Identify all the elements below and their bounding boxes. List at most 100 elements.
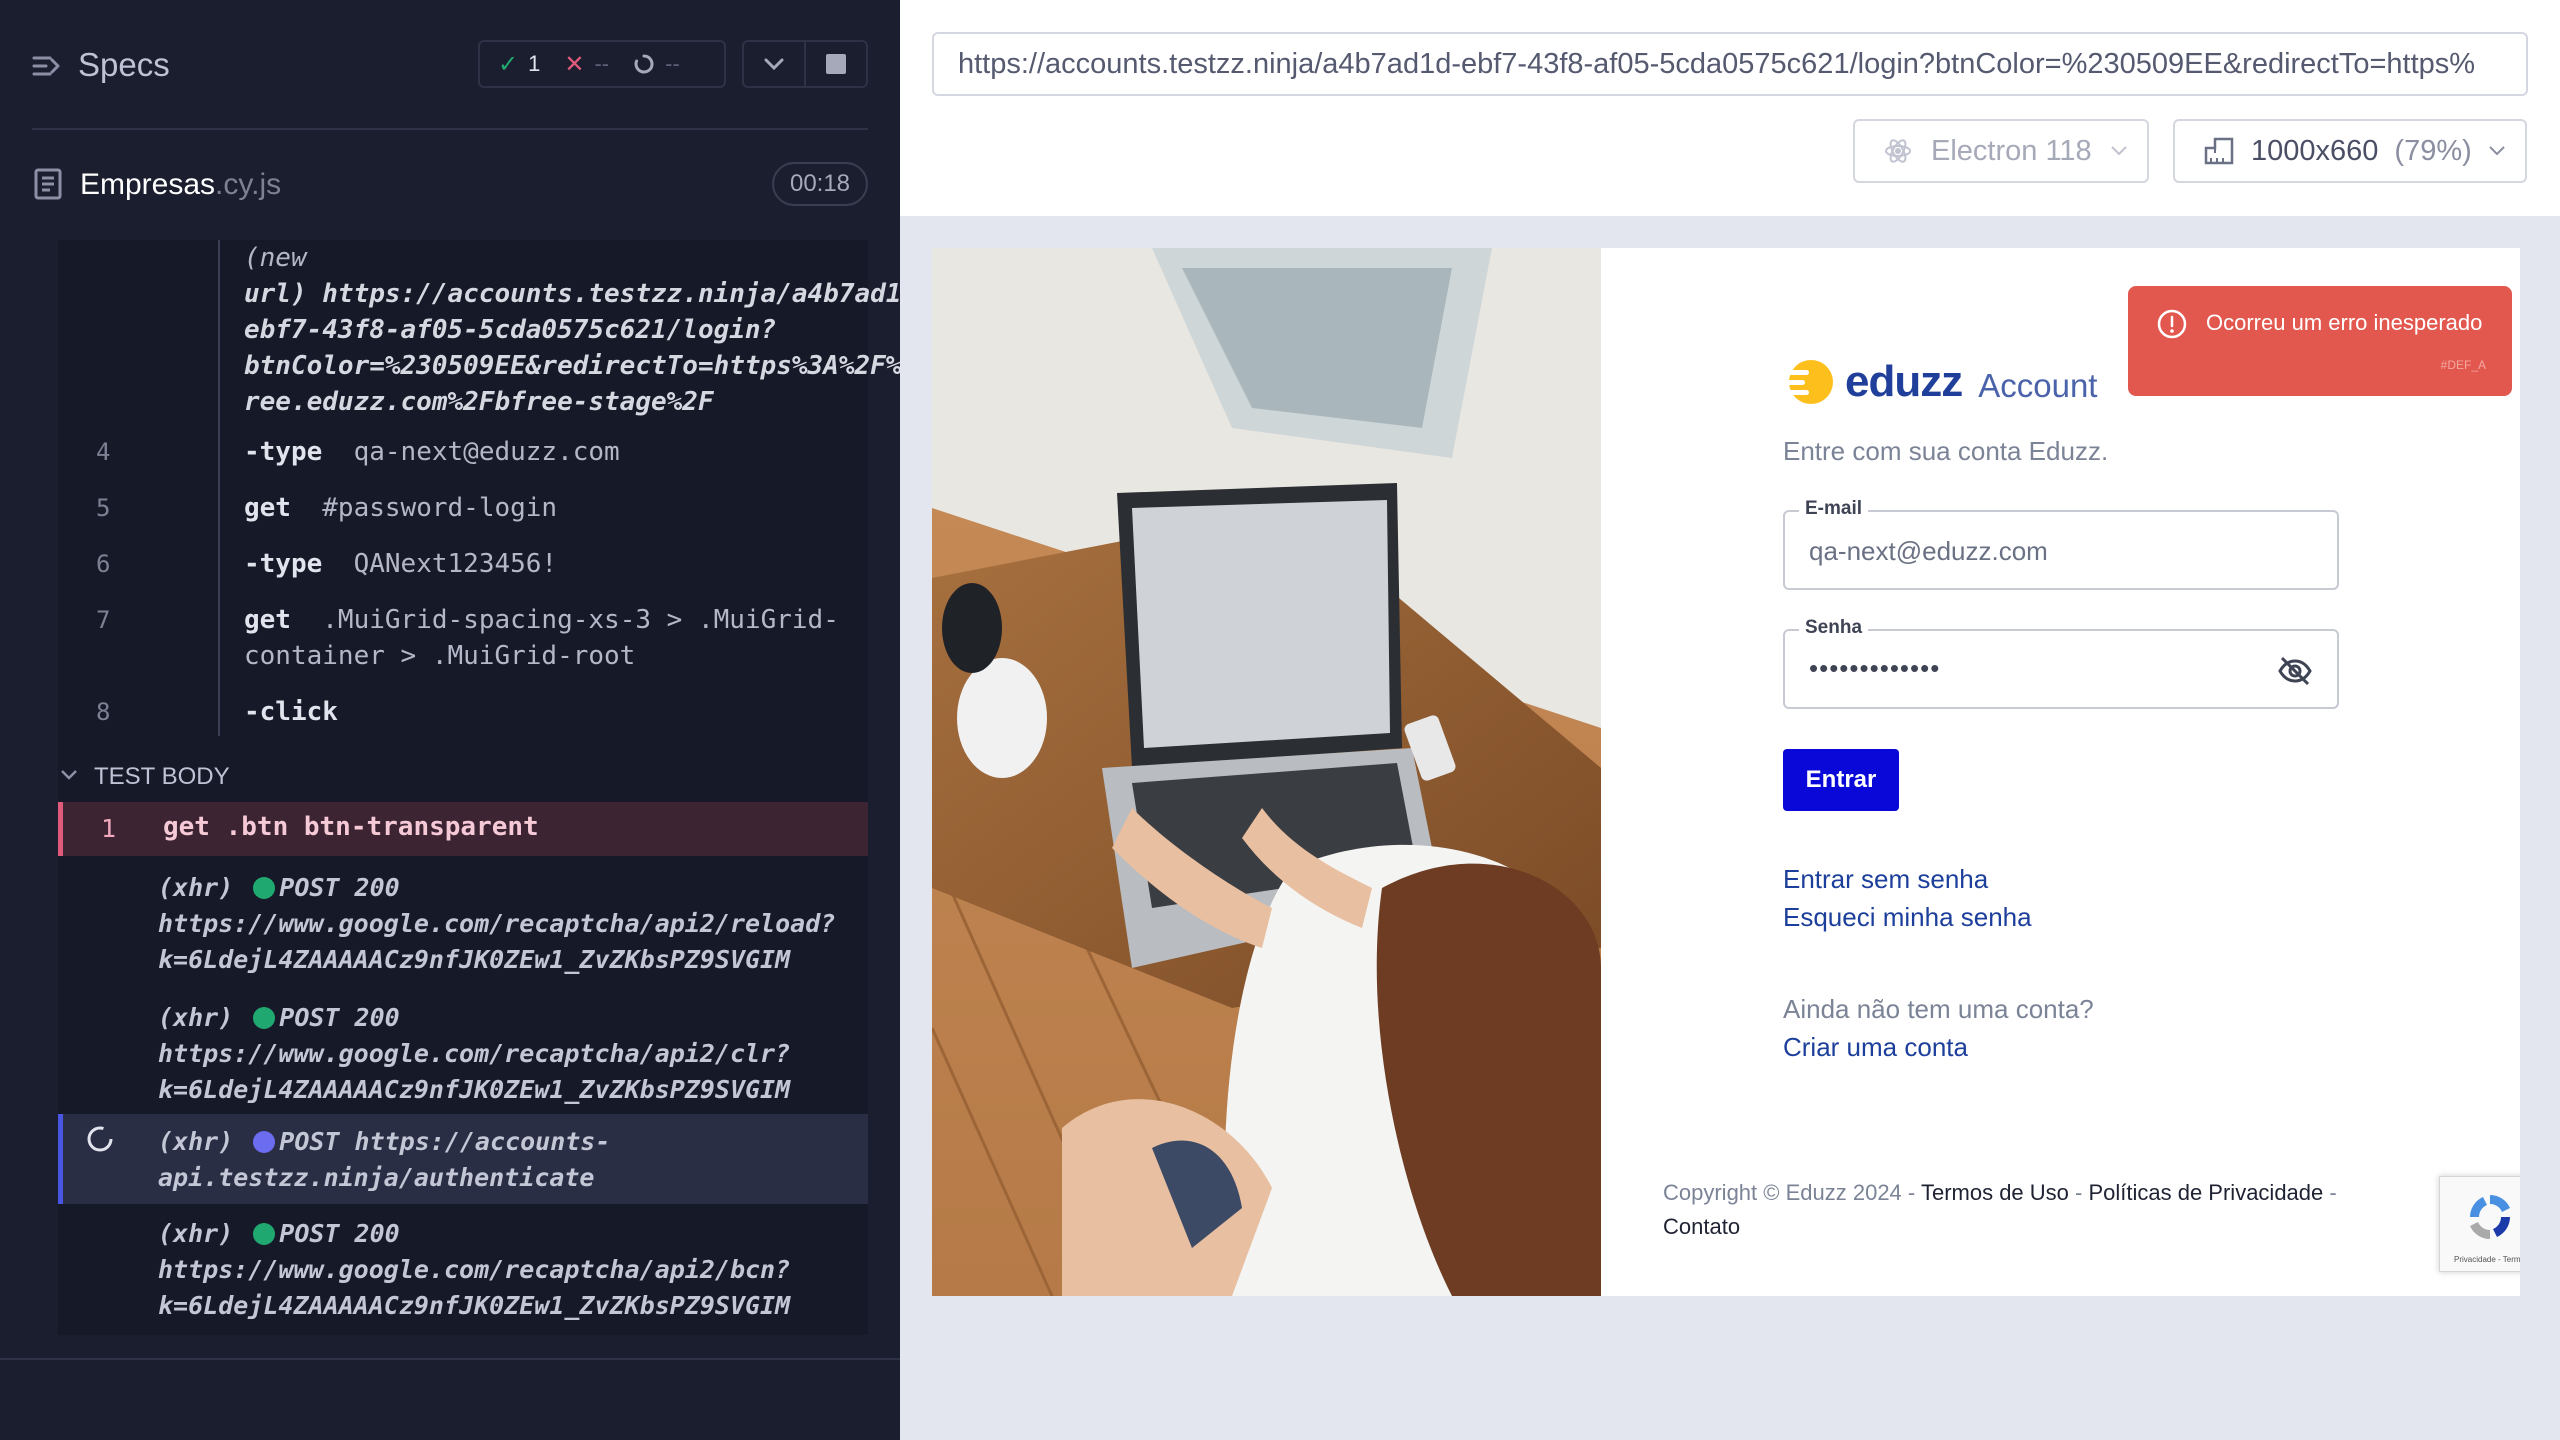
runner-controls <box>742 40 868 88</box>
test-body-label: TEST BODY <box>94 763 230 790</box>
stats-box: ✓ 1 ✕ -- -- <box>478 40 726 88</box>
recaptcha-badge[interactable]: Privacidade - Termos <box>2439 1176 2520 1272</box>
aut-panel: https://accounts.testzz.ninja/a4b7ad1d-e… <box>900 0 2560 1440</box>
terms-link[interactable]: Termos de Uso <box>1921 1180 2069 1205</box>
specs-menu-icon[interactable] <box>32 50 64 82</box>
pending-stat: -- <box>633 51 680 77</box>
forgot-password-link[interactable]: Esqueci minha senha <box>1783 902 2032 933</box>
chevron-down-icon <box>2110 146 2127 156</box>
command-line: btnColor=%230509EE&redirectTo=https%3A%2… <box>244 351 965 381</box>
specs-header: Specs ✓ 1 ✕ -- -- <box>0 0 900 130</box>
xhr-url: https://www.google.com/recaptcha/api2/re… <box>158 909 836 938</box>
command-type[interactable]: -type QANext123456! <box>244 546 557 582</box>
failed-command[interactable]: 1 get .btn btn-transparent <box>58 802 868 856</box>
command-name: -type <box>244 437 323 467</box>
xhr-prefix: (xhr) <box>158 1003 234 1032</box>
xhr-url: k=6LdejL4ZAAAAACz9nfJK0ZEw1_ZvZKbsPZ9SVG… <box>158 1291 791 1320</box>
xhr-request[interactable]: (xhr) POST 200 https://www.google.com/rec… <box>158 1000 790 1108</box>
test-body-header[interactable]: TEST BODY <box>58 757 868 793</box>
spec-duration-badge: 00:18 <box>772 162 868 206</box>
chevron-down-icon <box>61 770 77 780</box>
command-name: get <box>244 493 291 523</box>
spinner-icon <box>87 1126 113 1152</box>
xhr-status: POST 200 <box>279 1003 400 1032</box>
chevron-down-icon <box>2489 146 2505 156</box>
error-toast[interactable]: Ocorreu um erro inesperado #DEF_A <box>2128 286 2512 396</box>
electron-icon <box>1885 139 1911 163</box>
recaptcha-icon <box>2470 1195 2510 1239</box>
browser-label: Electron 118 <box>1931 134 2092 167</box>
toast-code: #DEF_A <box>2440 358 2486 372</box>
expand-button[interactable] <box>744 42 804 86</box>
logo-subtitle: Account <box>1978 367 2098 404</box>
stop-button[interactable] <box>804 42 866 86</box>
spec-file-name: Empresas.cy.js <box>80 168 281 202</box>
failed-stat: ✕ -- <box>564 50 609 79</box>
xhr-url: https://www.google.com/recaptcha/api2/bc… <box>158 1255 791 1284</box>
url-bar[interactable]: https://accounts.testzz.ninja/a4b7ad1d-e… <box>932 32 2528 96</box>
command-line: ree.eduzz.com%2Fbfree-stage%2F <box>244 387 714 417</box>
command-number: 8 <box>96 698 111 726</box>
xhr-request[interactable]: (xhr) POST 200 https://www.google.com/rec… <box>158 1216 790 1324</box>
xhr-status: POST 200 <box>279 1219 400 1248</box>
xhr-request[interactable]: (xhr) POST 200 https://www.google.com/rec… <box>158 870 835 978</box>
email-label: E-mail <box>1799 498 1869 520</box>
toast-message: Ocorreu um erro inesperado <box>2206 310 2483 335</box>
xhr-url: https://www.google.com/recaptcha/api2/cl… <box>158 1039 791 1068</box>
command-number: 1 <box>101 814 117 843</box>
recaptcha-text: Privacidade - Termos <box>2454 1255 2520 1264</box>
runner-bottom-divider <box>0 1358 900 1360</box>
create-account-link[interactable]: Criar uma conta <box>1783 1032 1968 1063</box>
pending-circle-icon <box>634 54 654 74</box>
command-number: 4 <box>96 438 111 466</box>
contact-link[interactable]: Contato <box>1663 1214 1740 1239</box>
password-field[interactable]: Senha ••••••••••••• <box>1783 617 2339 709</box>
status-dot-green <box>253 1223 276 1245</box>
xhr-url: k=6LdejL4ZAAAAACz9nfJK0ZEw1_ZvZKbsPZ9SVG… <box>158 1075 791 1104</box>
viewport-scale: (79%) <box>2394 134 2472 167</box>
enter-button[interactable]: Entrar <box>1783 749 1899 811</box>
spec-file-base: Empresas <box>80 168 216 201</box>
command-number: 6 <box>96 550 111 578</box>
xhr-status: POST https://accounts- <box>279 1127 611 1156</box>
spec-file-row[interactable]: Empresas.cy.js 00:18 <box>0 150 900 218</box>
command-type[interactable]: -type qa-next@eduzz.com <box>244 434 620 470</box>
xhr-prefix: (xhr) <box>158 1219 234 1248</box>
status-dot-blue <box>253 1131 276 1153</box>
command-click[interactable]: -click <box>244 694 338 730</box>
aut-toolbar: https://accounts.testzz.ninja/a4b7ad1d-e… <box>900 0 2560 216</box>
check-icon: ✓ <box>498 50 519 78</box>
command-get[interactable]: get .MuiGrid-spacing-xs-3 > .MuiGrid- co… <box>244 602 839 674</box>
specs-title[interactable]: Specs <box>78 46 170 84</box>
header-divider <box>32 128 868 130</box>
command-get[interactable]: get #password-login <box>244 490 557 526</box>
xhr-prefix: (xhr) <box>158 873 234 902</box>
command-name: -type <box>244 549 323 579</box>
xhr-status: POST 200 <box>279 873 400 902</box>
command-visit-url[interactable]: (new url) https://accounts.testzz.ninja/… <box>244 240 964 420</box>
command-number: 7 <box>96 606 111 634</box>
login-subtitle: Entre com sua conta Eduzz. <box>1783 436 2109 466</box>
eye-off-icon[interactable] <box>2277 655 2313 687</box>
document-icon <box>34 168 62 200</box>
password-value: ••••••••••••• <box>1809 653 1941 683</box>
command-name: -click <box>244 697 338 727</box>
chevron-down-icon <box>764 58 784 71</box>
x-icon: ✕ <box>564 50 585 78</box>
xhr-request[interactable]: (xhr) POST https://accounts- api.testzz.n… <box>158 1124 610 1196</box>
stop-icon <box>826 54 846 74</box>
browser-selector[interactable]: Electron 118 <box>1853 119 2149 183</box>
command-arg: #password-login <box>322 493 558 523</box>
footer-separator: - <box>2068 1180 2089 1205</box>
email-field[interactable]: E-mail qa-next@eduzz.com <box>1783 498 2339 590</box>
footer-separator: - <box>2323 1180 2337 1205</box>
eduzz-logo: eduzz Account <box>1783 356 2097 408</box>
ruler-icon <box>2204 137 2234 165</box>
login-panel: eduzz Account Entre com sua conta Eduzz.… <box>1601 248 2520 1296</box>
command-arg-cont: container > .MuiGrid-root <box>244 641 636 671</box>
viewport-selector[interactable]: 1000x660 (79%) <box>2173 119 2527 183</box>
login-without-password-link[interactable]: Entrar sem senha <box>1783 864 1988 895</box>
privacy-link[interactable]: Políticas de Privacidade <box>2088 1180 2323 1205</box>
command-arg: QANext123456! <box>353 549 558 579</box>
no-account-text: Ainda não tem uma conta? <box>1783 994 2094 1024</box>
